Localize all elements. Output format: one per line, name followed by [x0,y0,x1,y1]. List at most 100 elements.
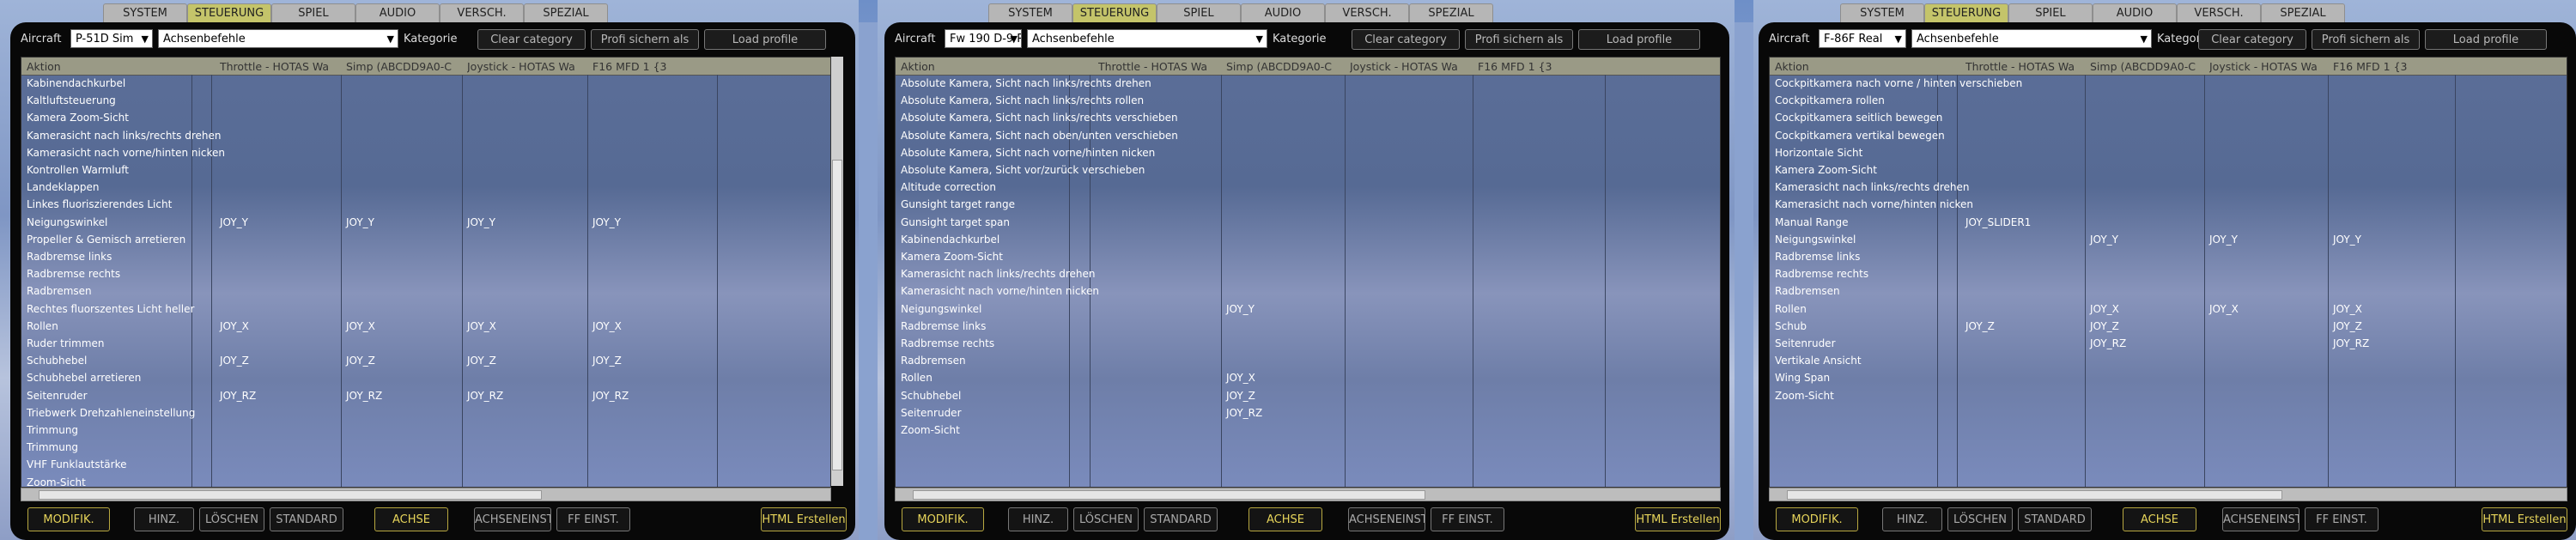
table-row[interactable]: Cockpitkamera nach vorne / hinten versch… [1770,75,2567,92]
category-dropdown[interactable]: Achsenbefehle ▼ [1911,29,2152,48]
column-header-device-1[interactable]: Throttle - HOTAS Wa [220,60,329,73]
table-row[interactable]: Schub JOY_Z JOY_Z JOY_Z [1770,318,2567,335]
tab-steuerung[interactable]: STEUERUNG [1924,3,2008,23]
load-profile-button[interactable]: Load profile [704,29,826,50]
horizontal-scrollbar[interactable] [21,488,831,501]
table-row[interactable]: Horizontale Sicht [1770,144,2567,161]
table-row[interactable]: Radbremsen [1770,282,2567,300]
save-profile-button[interactable]: Profi sichern als [1465,29,1573,50]
clear-category-button[interactable]: Clear category [1352,29,1460,50]
table-row[interactable]: Seitenruder JOY_RZ JOY_RZ [1770,335,2567,352]
table-row[interactable]: Radbremse rechts [21,265,830,282]
column-header-aktion[interactable]: Aktion [27,60,61,73]
load-profile-button[interactable]: Load profile [1578,29,1700,50]
column-header-device-3[interactable]: Joystick - HOTAS Wa [2209,60,2318,73]
table-row[interactable]: Seitenruder JOY_RZ [896,404,1720,422]
table-row[interactable]: Zoom-Sicht [896,422,1720,439]
table-row[interactable]: Triebwerk Drehzahleneinstellung [21,404,830,422]
table-row[interactable]: Radbremse rechts [1770,265,2567,282]
button-modifik[interactable]: MODIFIK. [902,507,984,531]
table-row[interactable]: Absolute Kamera, Sicht nach oben/unten v… [896,127,1720,144]
table-row[interactable]: Kamera Zoom-Sicht [21,109,830,126]
table-row[interactable]: Cockpitkamera rollen [1770,92,2567,109]
horizontal-scrollbar[interactable] [1769,488,2567,501]
button-html-erstellen[interactable]: HTML Erstellen [2482,507,2567,531]
column-header-device-2[interactable]: Simp (ABCDD9A0-C [1226,60,1332,73]
button-ff-einst[interactable]: FF EINST. [556,507,630,531]
table-row[interactable]: Kamerasicht nach links/rechts drehen [1770,179,2567,196]
button-achse[interactable]: ACHSE [1249,507,1322,531]
table-row[interactable]: Schubhebel arretieren [21,369,830,386]
button-achseneinst[interactable]: ACHSENEINST. [2222,507,2300,531]
table-row[interactable]: Propeller & Gemisch arretieren [21,231,830,248]
button-standard[interactable]: STANDARD [2018,507,2092,531]
table-row[interactable]: Rollen JOY_X [896,369,1720,386]
table-row[interactable]: Radbremse links [21,248,830,265]
table-row[interactable]: Kabinendachkurbel [896,231,1720,248]
tab-system[interactable]: SYSTEM [1840,3,1924,23]
table-row[interactable]: Kamera Zoom-Sicht [896,248,1720,265]
clear-category-button[interactable]: Clear category [477,29,586,50]
table-row[interactable]: Trimmung [21,439,830,456]
table-row[interactable]: Kamerasicht nach vorne/hinten nicken [21,144,830,161]
column-header-device-2[interactable]: Simp (ABCDD9A0-C [346,60,452,73]
table-row[interactable]: Kamerasicht nach vorne/hinten nicken [1770,196,2567,213]
column-header-device-1[interactable]: Throttle - HOTAS Wa [1098,60,1207,73]
table-row[interactable]: Wing Span [1770,369,2567,386]
table-row[interactable]: Rollen JOY_X JOY_X JOY_X [1770,300,2567,318]
load-profile-button[interactable]: Load profile [2425,29,2547,50]
tab-audio[interactable]: AUDIO [2093,3,2177,23]
horizontal-scrollbar[interactable] [895,488,1721,501]
save-profile-button[interactable]: Profi sichern als [591,29,699,50]
table-row[interactable]: Absolute Kamera, Sicht nach vorne/hinten… [896,144,1720,161]
button-löschen[interactable]: LÖSCHEN [1947,507,2013,531]
button-ff-einst[interactable]: FF EINST. [2305,507,2379,531]
table-row[interactable]: Gunsight target range [896,196,1720,213]
table-row[interactable]: Manual Range JOY_SLIDER1 [1770,214,2567,231]
table-row[interactable]: Absolute Kamera, Sicht vor/zurück versch… [896,161,1720,179]
column-header-aktion[interactable]: Aktion [1775,60,1809,73]
table-row[interactable]: Ruder trimmen [21,335,830,352]
aircraft-dropdown[interactable]: F-86F Real ▼ [1819,29,1906,48]
table-row[interactable]: Radbremse rechts [896,335,1720,352]
table-row[interactable]: Kamerasicht nach vorne/hinten nicken [896,282,1720,300]
table-row[interactable]: Landeklappen [21,179,830,196]
table-row[interactable]: Zoom-Sicht [21,474,830,487]
aircraft-dropdown[interactable]: Fw 190 D-9 Rea▼ [945,29,1022,48]
table-row[interactable]: Rollen JOY_X JOY_X JOY_X JOY_X [21,318,830,335]
button-löschen[interactable]: LÖSCHEN [199,507,264,531]
button-standard[interactable]: STANDARD [270,507,343,531]
column-header-aktion[interactable]: Aktion [901,60,935,73]
column-header-device-2[interactable]: Simp (ABCDD9A0-C [2090,60,2196,73]
scrollbar-thumb[interactable] [832,160,842,470]
button-achse[interactable]: ACHSE [374,507,448,531]
table-row[interactable]: Rechtes fluorszentes Licht heller [21,300,830,318]
table-row[interactable]: Neigungswinkel JOY_Y JOY_Y JOY_Y JOY_Y [21,214,830,231]
scrollbar-thumb[interactable] [1787,490,2282,500]
table-row[interactable]: Cockpitkamera vertikal bewegen [1770,127,2567,144]
scrollbar-thumb[interactable] [39,490,542,500]
button-achse[interactable]: ACHSE [2123,507,2196,531]
table-row[interactable]: Absolute Kamera, Sicht nach links/rechts… [896,92,1720,109]
button-hinz[interactable]: HINZ. [1882,507,1942,531]
button-achseneinst[interactable]: ACHSENEINST. [474,507,551,531]
tab-spiel[interactable]: SPIEL [2008,3,2093,23]
table-row[interactable]: Neigungswinkel JOY_Y JOY_Y JOY_Y [1770,231,2567,248]
table-row[interactable]: Linkes fluoriszierendes Licht [21,196,830,213]
clear-category-button[interactable]: Clear category [2198,29,2306,50]
table-row[interactable]: Absolute Kamera, Sicht nach links/rechts… [896,75,1720,92]
column-header-device-4[interactable]: F16 MFD 1 {3 [592,60,666,73]
table-row[interactable]: Absolute Kamera, Sicht nach links/rechts… [896,109,1720,126]
table-row[interactable]: Schubhebel JOY_Z [896,387,1720,404]
table-row[interactable]: Seitenruder JOY_RZ JOY_RZ JOY_RZ JOY_RZ [21,387,830,404]
scrollbar-thumb[interactable] [913,490,1425,500]
button-achseneinst[interactable]: ACHSENEINST. [1348,507,1425,531]
table-row[interactable]: Altitude correction [896,179,1720,196]
table-row[interactable]: Neigungswinkel JOY_Y [896,300,1720,318]
table-row[interactable]: Kaltluftsteuerung [21,92,830,109]
aircraft-dropdown[interactable]: P-51D Sim ▼ [70,29,153,48]
button-html-erstellen[interactable]: HTML Erstellen [1635,507,1721,531]
table-row[interactable]: Kamerasicht nach links/rechts drehen [21,127,830,144]
table-row[interactable]: Radbremsen [21,282,830,300]
table-row[interactable]: Radbremsen [896,352,1720,369]
